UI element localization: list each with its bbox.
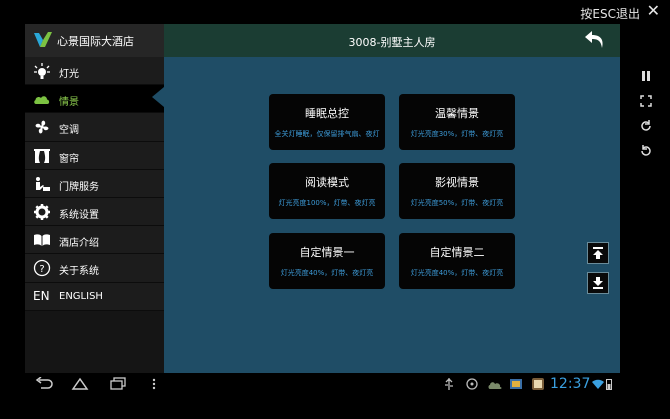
status-clock: 12:37 (550, 376, 591, 392)
bulb-icon (34, 63, 50, 79)
sidebar-item-label: 情景 (59, 97, 79, 109)
sidebar-item-scenes[interactable]: 情景 (25, 85, 164, 114)
rotate-ccw-icon[interactable] (639, 144, 653, 158)
sidebar-item-door-service[interactable]: 门牌服务 (25, 169, 164, 198)
scene-card-cozy[interactable]: 温馨情景 灯光亮度30%，灯带、夜灯亮 (399, 94, 515, 150)
doorbell-icon (36, 176, 50, 191)
scroll-bottom-icon (593, 277, 603, 289)
sidebar-item-system-settings[interactable]: 系统设置 (25, 197, 164, 227)
scroll-top-icon (593, 247, 603, 259)
home-icon[interactable] (71, 377, 89, 391)
rotate-cw-icon[interactable] (639, 119, 653, 133)
scene-card-custom-1[interactable]: 自定情景一 灯光亮度40%，灯带、夜灯亮 (269, 233, 385, 289)
scene-cloud-icon (34, 96, 50, 105)
sidebar: 心景国际大酒店 灯光 情景 空调 窗帘 门牌服务 系统设置 酒店介绍 ? 关于系… (25, 24, 164, 373)
scene-title: 自定情景一 (299, 246, 355, 259)
sidebar-item-label: 灯光 (59, 69, 79, 80)
sidebar-item-label: ENGLISH (59, 290, 103, 302)
hotel-name: 心景国际大酒店 (57, 35, 134, 48)
v-logo-icon (34, 32, 52, 47)
help-icon: ? (33, 260, 51, 277)
sidebar-item-label: 门牌服务 (59, 181, 99, 193)
scene-description: 灯光亮度30%，灯带、夜灯亮 (410, 130, 504, 138)
sync-icon (466, 378, 478, 390)
scene-description: 全关灯睡眠，仅保留排气扇、夜灯 (274, 130, 380, 138)
sidebar-item-english[interactable]: EN ENGLISH (25, 282, 164, 311)
sidebar-item-aircon[interactable]: 空调 (25, 113, 164, 142)
book-icon (34, 234, 50, 247)
cloud-app-icon (488, 382, 502, 389)
svg-text:?: ? (39, 264, 44, 275)
gallery-icon (532, 378, 544, 390)
sidebar-item-label: 关于系统 (59, 266, 99, 278)
scene-card-sleep[interactable]: 睡眠总控 全关灯睡眠，仅保留排气扇、夜灯 (269, 94, 385, 150)
scene-description: 灯光亮度50%，灯带、夜灯亮 (410, 199, 504, 207)
sidebar-item-label: 酒店介绍 (59, 238, 99, 250)
wifi-icon (592, 379, 604, 389)
sidebar-menu: 灯光 情景 空调 窗帘 门牌服务 系统设置 酒店介绍 ? 关于系统 EN ENG… (25, 57, 164, 311)
app-screen: 心景国际大酒店 灯光 情景 空调 窗帘 门牌服务 系统设置 酒店介绍 ? 关于系… (25, 24, 620, 373)
scene-title: 温馨情景 (435, 107, 479, 120)
battery-icon (606, 379, 612, 390)
pause-icon[interactable] (639, 69, 653, 83)
fullscreen-icon[interactable] (639, 94, 653, 108)
curtain-icon (34, 148, 50, 163)
menu-dots-icon[interactable] (151, 377, 157, 391)
scene-card-movie[interactable]: 影视情景 灯光亮度50%，灯带、夜灯亮 (399, 163, 515, 219)
language-en-icon: EN (33, 288, 50, 303)
gear-icon (34, 203, 50, 220)
scroll-top-button[interactable] (587, 242, 609, 264)
sidebar-item-curtains[interactable]: 窗帘 (25, 141, 164, 170)
scene-title: 影视情景 (435, 176, 479, 189)
room-title: 3008-别墅主人房 (348, 36, 436, 49)
recent-apps-icon[interactable] (109, 377, 127, 391)
sidebar-item-label: 空调 (59, 125, 79, 137)
scene-title: 自定情景二 (429, 246, 485, 259)
sidebar-item-label: 窗帘 (59, 153, 79, 165)
close-icon[interactable]: ✕ (647, 2, 660, 20)
sidebar-item-lights[interactable]: 灯光 (25, 57, 164, 86)
header-bar: 3008-别墅主人房 (164, 24, 620, 57)
scene-title: 阅读模式 (305, 176, 349, 189)
esc-exit-hint: 按ESC退出 (580, 7, 640, 21)
emulator-top-bar: 按ESC退出 ✕ (0, 0, 670, 24)
scene-card-reading[interactable]: 阅读模式 灯光亮度100%，灯带、夜灯亮 (269, 163, 385, 219)
android-system-bar: 12:37 (25, 373, 620, 397)
brand-bar: 心景国际大酒店 (25, 24, 164, 57)
scene-description: 灯光亮度40%，灯带、夜灯亮 (410, 269, 504, 277)
back-icon[interactable] (35, 377, 53, 391)
sidebar-item-hotel-intro[interactable]: 酒店介绍 (25, 226, 164, 255)
scene-card-custom-2[interactable]: 自定情景二 灯光亮度40%，灯带、夜灯亮 (399, 233, 515, 289)
usb-icon (445, 378, 453, 390)
back-arrow-icon[interactable] (582, 28, 608, 52)
scene-title: 睡眠总控 (305, 107, 349, 120)
sidebar-item-about[interactable]: ? 关于系统 (25, 254, 164, 283)
active-item-pointer (152, 87, 164, 107)
scroll-bottom-button[interactable] (587, 272, 609, 294)
app-notification-icon (510, 379, 522, 389)
scene-description: 灯光亮度100%，灯带、夜灯亮 (278, 199, 376, 207)
fan-icon (35, 120, 49, 134)
sidebar-item-label: 系统设置 (59, 209, 99, 221)
scene-description: 灯光亮度40%，灯带、夜灯亮 (280, 269, 374, 277)
emulator-side-tools (620, 60, 670, 170)
